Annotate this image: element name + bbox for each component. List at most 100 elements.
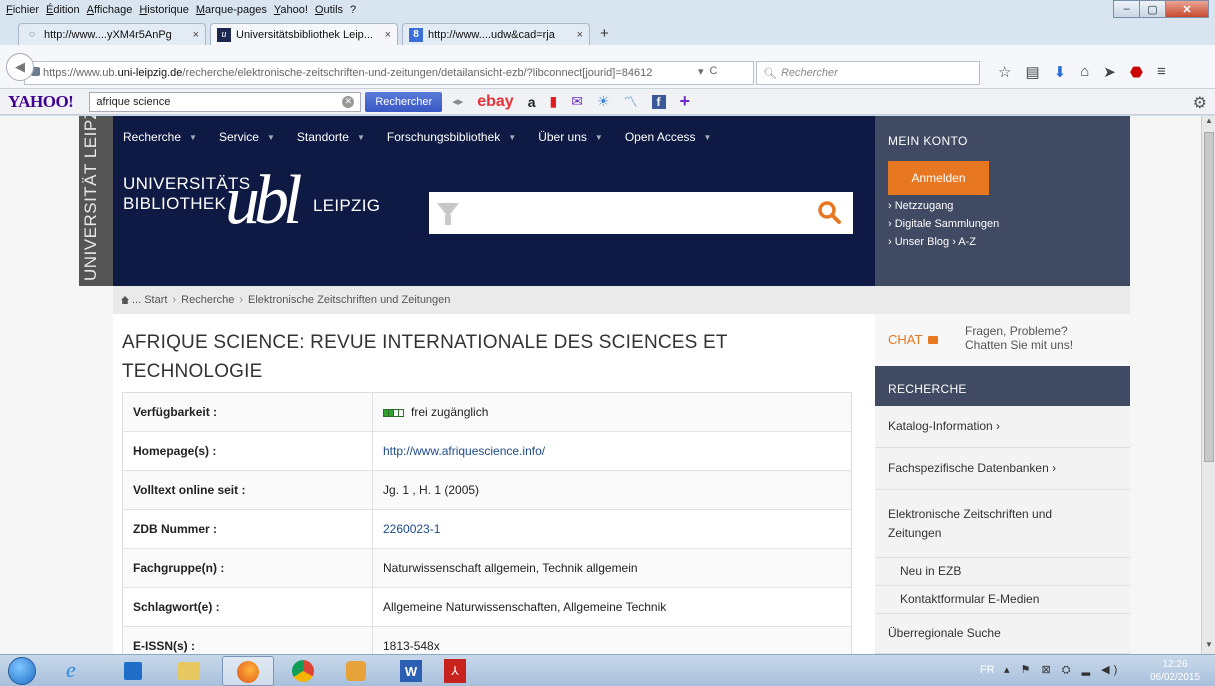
chevron-down-icon: ▼ bbox=[594, 132, 603, 142]
dropdown-arrow-icon[interactable]: ▾ bbox=[698, 65, 704, 78]
tab-close-icon[interactable]: × bbox=[193, 29, 199, 41]
explorer-icon[interactable] bbox=[178, 662, 200, 680]
table-row: ZDB Nummer : 2260023-1 bbox=[122, 509, 852, 549]
main-navigation: Recherche ▼ Service ▼ Standorte ▼ Forschung… bbox=[123, 130, 733, 144]
home-icon[interactable]: ⌂ bbox=[1080, 63, 1089, 81]
breadcrumb-start[interactable]: ... Start bbox=[132, 294, 167, 306]
tab-3[interactable]: 8 http://www....udw&cad=rja × bbox=[402, 23, 590, 45]
tab-close-icon[interactable]: × bbox=[577, 29, 583, 41]
facebook-icon[interactable]: f bbox=[651, 94, 666, 109]
new-tab-button[interactable]: + bbox=[600, 25, 609, 42]
tab-3-label: http://www....udw&cad=rja bbox=[428, 28, 555, 41]
pdf-icon[interactable]: ⅄ bbox=[444, 659, 466, 683]
yahoo-logo[interactable]: YAHOO! bbox=[8, 92, 74, 112]
breadcrumb-ezb[interactable]: Elektronische Zeitschriften und Zeitunge… bbox=[248, 294, 450, 306]
yahoo-search-button[interactable]: Rechercher bbox=[365, 91, 443, 112]
menu-affichage[interactable]: Affichage bbox=[87, 4, 133, 16]
ie-icon[interactable]: e bbox=[66, 657, 76, 683]
amazon-icon[interactable]: a bbox=[528, 94, 536, 110]
nav-forschungsbibliothek[interactable]: Forschungsbibliothek ▼ bbox=[387, 130, 516, 144]
outlook-icon[interactable] bbox=[124, 662, 142, 680]
mail-icon[interactable]: ✉ bbox=[571, 93, 583, 110]
yahoo-search-input[interactable]: afrique science ✕ bbox=[89, 91, 362, 112]
main-content: AFRIQUE SCIENCE: REVUE INTERNATIONALE DE… bbox=[113, 314, 875, 654]
weather-icon[interactable]: ☀ bbox=[597, 93, 610, 110]
menu-help[interactable]: ? bbox=[350, 4, 356, 16]
language-indicator[interactable]: FR bbox=[980, 664, 995, 676]
nav-recherche[interactable]: Recherche ▼ bbox=[123, 130, 197, 144]
tab-close-icon[interactable]: × bbox=[385, 29, 391, 41]
menu-icon[interactable]: ≡ bbox=[1157, 63, 1166, 81]
link-netzzugang[interactable]: › Netzzugang bbox=[888, 199, 1130, 213]
nav-ueber-uns[interactable]: Über uns ▼ bbox=[538, 130, 603, 144]
scrollbar-thumb[interactable] bbox=[1204, 132, 1214, 462]
send-icon[interactable]: ➤ bbox=[1103, 63, 1116, 81]
bookmarks-list-icon[interactable]: ▤ bbox=[1025, 63, 1039, 81]
filter-icon[interactable] bbox=[437, 203, 459, 225]
word-icon[interactable]: W bbox=[400, 660, 422, 682]
sidebar-item-ueberregionale-suche[interactable]: Überregionale Suche bbox=[875, 614, 1130, 654]
sidebar-item-kontaktformular[interactable]: Kontaktformular E-Medien bbox=[875, 586, 1130, 614]
finance-icon[interactable]: 〽 bbox=[624, 92, 638, 112]
nav-service[interactable]: Service ▼ bbox=[219, 130, 275, 144]
nav-open-access[interactable]: Open Access ▼ bbox=[625, 130, 712, 144]
close-window-button[interactable]: ✕ bbox=[1165, 0, 1209, 18]
page-viewport: UNIVERSITÄT LEIPZIG Recherche ▼ Service ▼ … bbox=[0, 116, 1201, 654]
chat-box[interactable]: CHAT Fragen, Probleme? Chatten Sie mit u… bbox=[875, 314, 1130, 366]
homepage-link[interactable]: http://www.afriquescience.info/ bbox=[383, 444, 545, 458]
vertical-scrollbar[interactable]: ▲ ▼ bbox=[1201, 116, 1215, 654]
detail-value: Allgemeine Naturwissenschaften, Allgemei… bbox=[372, 587, 852, 627]
login-button[interactable]: Anmelden bbox=[888, 161, 989, 195]
sidebar-item-katalog[interactable]: Katalog-Information › bbox=[875, 406, 1130, 448]
menu-historique[interactable]: Historique bbox=[139, 4, 189, 16]
menu-edition[interactable]: Édition bbox=[46, 4, 80, 16]
browser-search-input[interactable]: 🔍︎ Rechercher bbox=[756, 61, 980, 85]
arrows-icon[interactable]: ◂▸ bbox=[452, 95, 463, 108]
back-arrow-icon: ◀ bbox=[15, 59, 25, 74]
clear-icon[interactable]: ✕ bbox=[342, 95, 355, 108]
firefox-icon[interactable] bbox=[222, 656, 274, 686]
chat-label: CHAT bbox=[888, 332, 939, 347]
add-icon[interactable]: + bbox=[680, 91, 691, 112]
gear-icon[interactable]: ⚙ bbox=[1193, 93, 1207, 113]
sidebar-item-datenbanken[interactable]: Fachspezifische Datenbanken › bbox=[875, 448, 1130, 490]
maximize-button[interactable]: ▢ bbox=[1139, 0, 1166, 18]
tab-2[interactable]: u Universitätsbibliothek Leip... × bbox=[210, 23, 398, 45]
scroll-up-icon[interactable]: ▲ bbox=[1203, 116, 1215, 130]
search-icon[interactable] bbox=[817, 200, 841, 224]
ubl-logo[interactable]: ubl bbox=[225, 166, 302, 236]
page-title: AFRIQUE SCIENCE: REVUE INTERNATIONALE DE… bbox=[122, 332, 728, 382]
chevron-down-icon: ▼ bbox=[703, 132, 712, 142]
download-icon[interactable]: ⬇ bbox=[1054, 63, 1067, 81]
adblock-icon[interactable]: ⬣ bbox=[1130, 63, 1143, 81]
chat-text: CHAT bbox=[888, 332, 923, 347]
bookmark-star-icon[interactable]: ☆ bbox=[998, 63, 1011, 81]
chrome-icon[interactable] bbox=[292, 660, 314, 682]
tray-icons[interactable]: ▴ ⚑ ⊠ ⛭ ▂ ◀) bbox=[1004, 663, 1121, 677]
clock[interactable]: 12:26 06/02/2015 bbox=[1142, 658, 1208, 684]
start-button[interactable] bbox=[8, 657, 36, 685]
sidebar-item-ezb[interactable]: Elektronische Zeitschriften und Zeitunge… bbox=[875, 490, 1130, 558]
minimize-button[interactable]: – bbox=[1113, 0, 1140, 18]
account-panel: MEIN KONTO Anmelden › Netzzugang › Digit… bbox=[875, 116, 1130, 286]
tab-1[interactable]: ◌ http://www....yXM4r5AnPg × bbox=[18, 23, 206, 45]
home-icon[interactable] bbox=[121, 296, 129, 304]
ebay-icon[interactable]: ebay bbox=[477, 93, 513, 111]
url-bar[interactable]: https://www.ub. uni-leipzig.de/recherche/… bbox=[24, 61, 754, 85]
site-search-input[interactable] bbox=[429, 192, 853, 234]
media-icon[interactable] bbox=[346, 661, 366, 681]
nav-standorte[interactable]: Standorte ▼ bbox=[297, 130, 365, 144]
link-digitale-sammlungen[interactable]: › Digitale Sammlungen bbox=[888, 217, 1130, 231]
menu-fichier[interactable]: Fichier bbox=[6, 4, 39, 16]
zdb-link[interactable]: 2260023-1 bbox=[383, 522, 440, 536]
scroll-down-icon[interactable]: ▼ bbox=[1203, 640, 1215, 654]
breadcrumb-recherche[interactable]: Recherche bbox=[181, 294, 234, 306]
menu-outils[interactable]: Outils bbox=[315, 4, 343, 16]
back-button[interactable]: ◀ bbox=[6, 53, 34, 81]
menu-yahoo[interactable]: Yahoo! bbox=[274, 4, 308, 16]
sidebar-item-neu-in-ezb[interactable]: Neu in EZB bbox=[875, 558, 1130, 586]
link-blog-az[interactable]: › Unser Blog › A-Z bbox=[888, 235, 1130, 249]
reload-icon[interactable]: C bbox=[710, 65, 718, 78]
menu-marque-pages[interactable]: Marque-pages bbox=[196, 4, 267, 16]
bookmark-icon[interactable]: ▮ bbox=[550, 93, 558, 110]
